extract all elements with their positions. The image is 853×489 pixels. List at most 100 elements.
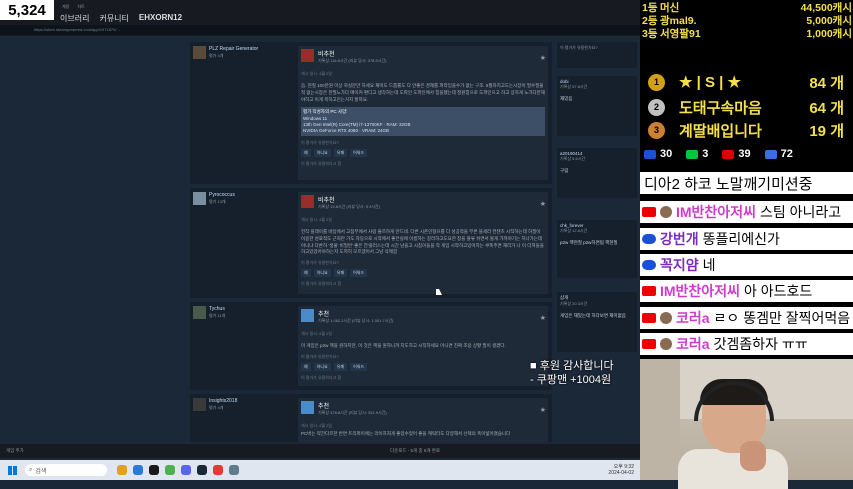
vote-no-button[interactable]: 아니요 (313, 149, 331, 158)
bronze-medal-icon: 3 (648, 121, 665, 139)
chat-username: IM반찬아저씨 (676, 204, 756, 220)
streamer-hand (740, 441, 766, 471)
thumbs-down-icon (301, 195, 314, 208)
vote-yes-button[interactable]: 예 (301, 149, 311, 158)
vote-funny-button[interactable]: 유쾌 (333, 362, 348, 371)
gold-medal-icon: 1 (648, 73, 665, 91)
vote-funny-button[interactable]: 유쾌 (333, 149, 348, 158)
terminal-icon[interactable] (149, 465, 159, 475)
taskbar-search[interactable]: ⌕ 검색 (25, 464, 107, 476)
gift-ranking: 1 ★ | S | ★ 84 개 (642, 70, 852, 94)
ranking-name: 계딸배입니다 (679, 122, 762, 140)
gift-ranking: 3 계딸배입니다 19 개 (642, 118, 852, 142)
youtube-icon (642, 313, 656, 323)
streamer-body (678, 449, 788, 489)
steam-icon[interactable] (197, 465, 207, 475)
review-posted: 게시 일시: 4월 2일 (301, 331, 332, 336)
infinity-icon (642, 260, 656, 270)
count-value: 72 (780, 148, 793, 160)
star-icon[interactable]: ★ (540, 54, 546, 62)
nav-library[interactable]: 이브러리 (60, 13, 89, 24)
viewer-counter: 5,324 (0, 0, 54, 20)
thumbs-up-icon (301, 401, 314, 414)
vote-funny-button[interactable]: 유쾌 (333, 269, 348, 277)
avatar[interactable] (193, 192, 206, 205)
avatar[interactable] (193, 398, 206, 411)
system-tray[interactable]: 오후 9:32 2024-04-02 (608, 464, 634, 476)
ranking-count: 19 개 (809, 122, 844, 140)
star-icon[interactable]: ★ (540, 406, 546, 414)
review-card: Pyrococcus 평가 13개 비추천 기록상 13.8시간 (리뷰 당시: … (190, 188, 552, 298)
nav-account[interactable]: 계정 (62, 4, 69, 10)
review-card: PLZ Repair Generator 평가 4개 비추천 기록상 116.8시… (190, 42, 552, 184)
chzzk-icon (686, 149, 699, 159)
youtube-icon (722, 149, 735, 159)
chat-message: 코러a ㄹㅇ 똥겜만 잘찍어먹음 (640, 307, 853, 329)
chat-text: 아 아드호드 (743, 283, 813, 299)
spec-line: NVIDIA GeForce RTX 4080 · VRAM: 24GB (303, 128, 389, 134)
obs-icon[interactable] (213, 465, 223, 475)
infinity-icon (642, 234, 656, 244)
review-text: 이 게임은 p2w 핵을 원하지만, 이 것은 핵을 원하니까 지도하고 시작하… (301, 343, 506, 348)
award-button[interactable]: 어워드 (350, 362, 368, 371)
donation-alert: ■ 후원 감사합니다 - 쿠팡맨 +1004원 (530, 360, 614, 388)
donor-amount: 1,000캐시 (806, 28, 852, 40)
review-author[interactable]: PLZ Repair Generator 평가 4개 (193, 46, 279, 59)
chat-message: 꼭지얌 네 (640, 254, 853, 276)
platform-viewer-counts: 30 3 39 72 (644, 148, 849, 160)
count-value: 39 (738, 148, 751, 160)
star-icon[interactable]: ★ (540, 200, 546, 208)
windows-start-icon[interactable] (8, 465, 17, 475)
steam-bottombar: 게임 추가 다운로드 - 5개 중 5개 완료 (0, 444, 640, 458)
ranking-count: 64 개 (809, 99, 844, 117)
downloads-status[interactable]: 다운로드 - 5개 중 5개 완료 (390, 448, 440, 454)
chat-username: 코러a (676, 336, 710, 352)
taskbar-apps (117, 465, 239, 475)
settings-icon[interactable] (229, 465, 239, 475)
star-icon[interactable]: ★ (540, 314, 546, 322)
chrome-icon[interactable] (165, 465, 175, 475)
youtube-icon (642, 207, 656, 217)
main-nav: 이브러리 커뮤니티 EHXORN12 (60, 13, 182, 24)
review-author[interactable]: Tychus 평가 11개 (193, 306, 279, 319)
helpful-count: 이 평가가 유용하다고 함 (301, 161, 342, 167)
helpful-count: 이 평가가 유용하다고 함 (301, 374, 342, 380)
author-name[interactable]: Insights2018 (209, 398, 237, 404)
avatar (660, 206, 672, 218)
side-review: a20190414 기록상 5.6시간 구림 (557, 148, 637, 198)
author-name[interactable]: PLZ Repair Generator (209, 46, 258, 52)
thumbs-up-icon (301, 309, 314, 322)
chat-message: 강번개 똥플리에신가 (640, 228, 853, 250)
donor-name: 서영팔91 (660, 28, 701, 40)
review-author[interactable]: Insights2018 평가 4개 (193, 398, 279, 411)
vote-no-button[interactable]: 아니요 (313, 362, 331, 371)
award-button[interactable]: 어워드 (350, 269, 368, 277)
award-button[interactable]: 어워드 (350, 149, 368, 158)
author-name[interactable]: Pyrococcus (209, 192, 235, 198)
nav-community[interactable]: 커뮤니티 (99, 13, 128, 24)
add-game-button[interactable]: 게임 추가 (6, 448, 24, 454)
discord-icon[interactable] (181, 465, 191, 475)
nav-username[interactable]: EHXORN12 (139, 13, 182, 24)
review-hours: 기록상 13.8시간 (리뷰 당시: 9.9시간) (318, 204, 381, 209)
review-text: 전작 플레이를 바탕에서 고점부에서 사람 뜰르하게 만드네. 다른 시즌인형으… (301, 229, 544, 255)
chat-text: 똥플리에신가 (702, 231, 780, 247)
vote-yes-button[interactable]: 예 (301, 269, 311, 277)
edge-icon[interactable] (133, 465, 143, 475)
url-bar[interactable]: https://store.steampowered.com/app/19718… (0, 25, 640, 35)
avatar[interactable] (193, 306, 206, 319)
gift-ranking: 2 도태구속마음 64 개 (642, 95, 852, 119)
nav-chart[interactable]: 차트 (77, 4, 84, 10)
review-author[interactable]: Pyrococcus 평가 13개 (193, 192, 279, 205)
side-review: 이 평가가 유용한가요? (557, 42, 637, 68)
avatar[interactable] (193, 46, 206, 59)
author-name[interactable]: Tychus (209, 306, 225, 312)
vote-no-button[interactable]: 아니요 (313, 269, 331, 277)
small-nav: 계정 차트 (62, 4, 85, 10)
bullet-icon: ■ (530, 360, 540, 372)
vote-yes-button[interactable]: 예 (301, 362, 311, 371)
donation-detail: - 쿠팡맨 +1004원 (530, 373, 612, 386)
file-explorer-icon[interactable] (117, 465, 127, 475)
side-review-text: p2w 핵현질 p2w하면됩 핵현질 (560, 240, 618, 245)
review-body: 추천 기록상 1,062.2시간 (리뷰 당시: 1,001.7시간) 게시 일시… (298, 306, 548, 386)
